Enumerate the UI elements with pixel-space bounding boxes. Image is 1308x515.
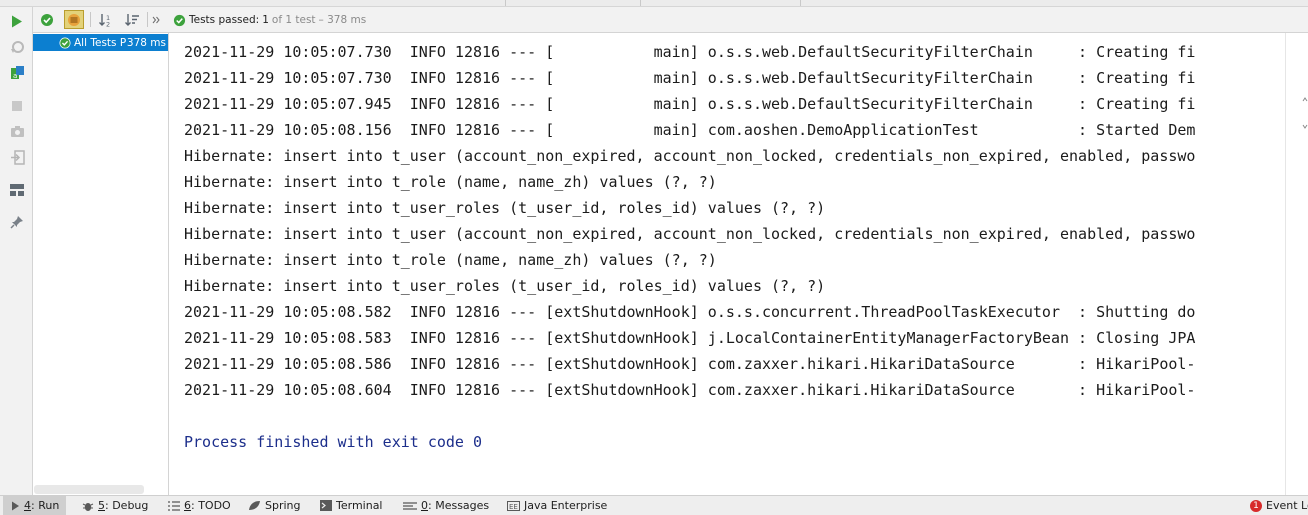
rerun-failed-icon[interactable] bbox=[8, 38, 26, 56]
export-icon[interactable] bbox=[8, 148, 26, 166]
scroll-up-icon[interactable] bbox=[1302, 95, 1308, 105]
toolbar-separator bbox=[90, 12, 91, 27]
tab-divider bbox=[505, 0, 506, 6]
tree-horizontal-scrollbar[interactable] bbox=[34, 485, 144, 494]
camera-icon[interactable] bbox=[8, 122, 26, 140]
svg-text:EE: EE bbox=[509, 503, 518, 511]
tree-row-label: All Tests P bbox=[74, 36, 127, 49]
tab-event-log[interactable]: 1 Event Lo bbox=[1250, 496, 1308, 515]
passed-check-icon bbox=[173, 14, 186, 27]
total-duration: – 378 ms bbox=[318, 14, 367, 26]
show-ignored-icon[interactable] bbox=[64, 10, 84, 29]
tab-todo[interactable]: 6: TODO bbox=[168, 496, 231, 515]
svg-text:a: a bbox=[13, 72, 17, 80]
tab-messages-number: 0 bbox=[421, 499, 428, 512]
spring-leaf-icon bbox=[248, 500, 261, 511]
tab-run-number: 4 bbox=[24, 499, 31, 512]
messages-icon bbox=[403, 501, 417, 511]
console-line: Hibernate: insert into t_role (name, nam… bbox=[184, 251, 717, 269]
show-passed-icon[interactable] bbox=[37, 10, 57, 29]
tab-terminal-label: Terminal bbox=[336, 499, 383, 512]
toolbar-separator bbox=[147, 12, 148, 27]
console-line: 2021-11-29 10:05:07.945 INFO 12816 --- [… bbox=[184, 95, 1196, 113]
tab-java-enterprise[interactable]: EE Java Enterprise bbox=[507, 496, 607, 515]
total-tests: of 1 test bbox=[271, 14, 316, 26]
pin-icon[interactable] bbox=[8, 213, 26, 231]
more-actions-icon[interactable] bbox=[149, 10, 163, 29]
console-line: Hibernate: insert into t_user_roles (t_u… bbox=[184, 277, 826, 295]
terminal-icon bbox=[320, 500, 332, 511]
list-icon bbox=[168, 500, 180, 511]
tab-divider bbox=[640, 0, 641, 6]
tab-spring[interactable]: Spring bbox=[248, 496, 301, 515]
tab-debug-label: : Debug bbox=[105, 499, 149, 512]
console-line: 2021-11-29 10:05:08.583 INFO 12816 --- [… bbox=[184, 329, 1196, 347]
tab-terminal[interactable]: Terminal bbox=[320, 496, 383, 515]
sort-alphabetically-icon[interactable]: 12 bbox=[96, 10, 116, 29]
console-line: Hibernate: insert into t_user (account_n… bbox=[184, 225, 1196, 243]
run-icon bbox=[11, 501, 20, 511]
event-count-badge: 1 bbox=[1250, 499, 1262, 512]
tree-row-all-tests[interactable]: All Tests P 378 ms bbox=[33, 34, 168, 51]
svg-text:2: 2 bbox=[106, 20, 110, 27]
passed-count: 1 bbox=[262, 14, 269, 26]
java-enterprise-icon: EE bbox=[507, 500, 520, 511]
console-line: 2021-11-29 10:05:08.604 INFO 12816 --- [… bbox=[184, 381, 1196, 399]
stop-icon[interactable] bbox=[8, 97, 26, 115]
run-icon[interactable] bbox=[8, 12, 26, 30]
console-vertical-scrollbar[interactable] bbox=[1285, 33, 1308, 495]
tab-debug-number: 5 bbox=[98, 499, 105, 512]
passed-icon bbox=[59, 37, 71, 49]
console-line: Hibernate: insert into t_user_roles (t_u… bbox=[184, 199, 826, 217]
test-status: Tests passed: 1 of 1 test – 378 ms bbox=[173, 12, 366, 28]
exit-message: Process finished with exit code 0 bbox=[184, 433, 483, 451]
tab-messages[interactable]: 0: Messages bbox=[403, 496, 489, 515]
tree-row-duration: 378 ms bbox=[126, 36, 166, 49]
scroll-down-icon[interactable] bbox=[1302, 121, 1308, 131]
console-line: 2021-11-29 10:05:07.730 INFO 12816 --- [… bbox=[184, 69, 1196, 87]
tab-event-log-label: Event Lo bbox=[1266, 499, 1308, 512]
console-line: 2021-11-29 10:05:08.582 INFO 12816 --- [… bbox=[184, 303, 1196, 321]
bug-icon bbox=[82, 500, 94, 512]
test-results-toolbar: 12 Tests passed: 1 of 1 test – 378 ms bbox=[33, 7, 1308, 33]
tab-java-enterprise-label: Java Enterprise bbox=[524, 499, 608, 512]
tab-messages-label: : Messages bbox=[428, 499, 490, 512]
sort-by-duration-icon[interactable] bbox=[122, 10, 142, 29]
tab-run-label: : Run bbox=[31, 499, 60, 512]
layout-icon[interactable] bbox=[8, 181, 26, 199]
console-line: 2021-11-29 10:05:08.156 INFO 12816 --- [… bbox=[184, 121, 1196, 139]
status-label: Tests passed: bbox=[189, 14, 260, 26]
console-line: 2021-11-29 10:05:07.730 INFO 12816 --- [… bbox=[184, 43, 1196, 61]
tab-todo-number: 6 bbox=[184, 499, 191, 512]
tab-todo-label: : TODO bbox=[191, 499, 231, 512]
toggle-auto-test-icon[interactable]: a bbox=[8, 64, 26, 82]
test-tree: All Tests P 378 ms bbox=[33, 33, 169, 495]
run-tool-window-toolbar: a bbox=[0, 7, 33, 495]
tool-window-bar: 4: Run 5: Debug 6: TODO Spring Terminal … bbox=[0, 495, 1308, 515]
console-line: Hibernate: insert into t_role (name, nam… bbox=[184, 173, 717, 191]
tab-spring-label: Spring bbox=[265, 499, 301, 512]
console-line: Hibernate: insert into t_user (account_n… bbox=[184, 147, 1196, 165]
console-line: 2021-11-29 10:05:08.586 INFO 12816 --- [… bbox=[184, 355, 1196, 373]
tab-divider bbox=[800, 0, 801, 6]
tab-debug[interactable]: 5: Debug bbox=[82, 496, 148, 515]
console-output[interactable]: 2021-11-29 10:05:07.730 INFO 12816 --- [… bbox=[169, 33, 1284, 495]
top-edge bbox=[0, 0, 1308, 7]
tab-run[interactable]: 4: Run bbox=[3, 496, 67, 515]
